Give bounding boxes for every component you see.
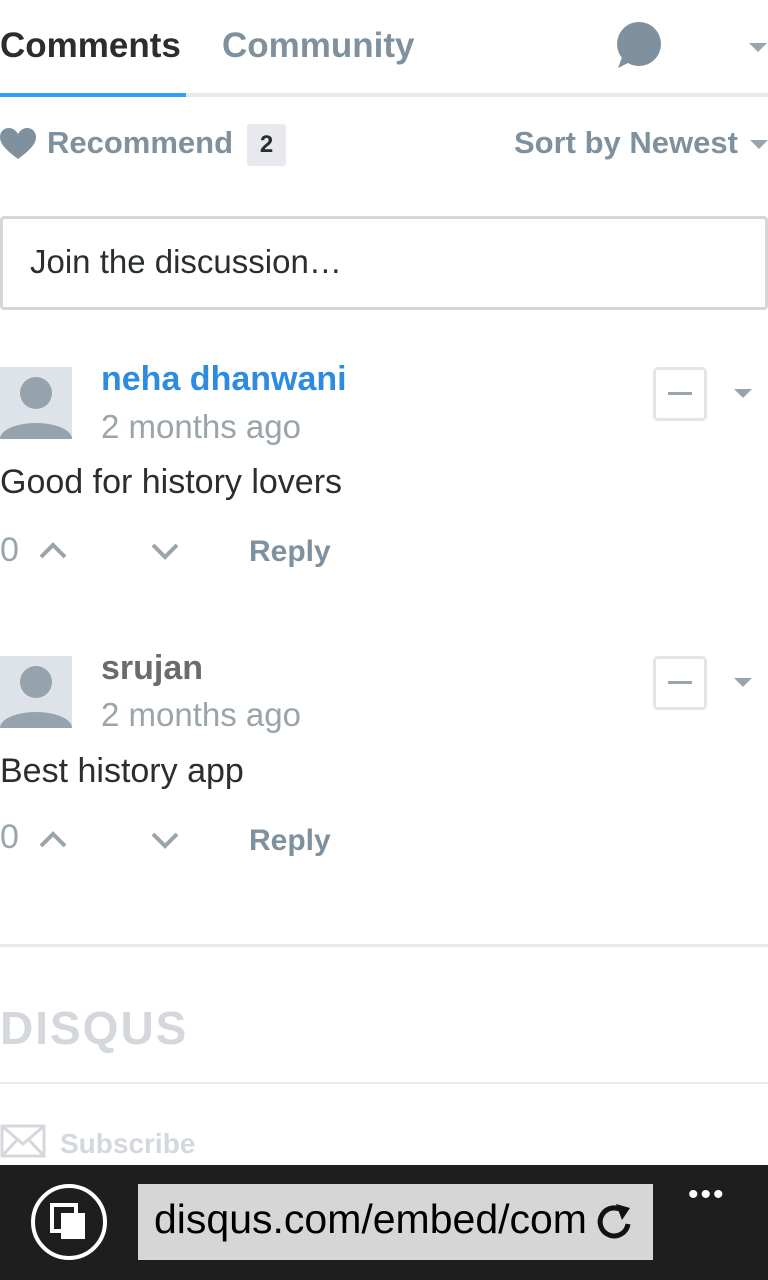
user-avatar-icon [0,666,72,728]
downvote-icon[interactable] [149,830,181,850]
comment-body: Good for history lovers [0,463,343,501]
upvote-icon[interactable] [37,541,69,561]
recommend-button[interactable]: Recommend [47,125,233,161]
browser-address-bar[interactable]: disqus.com/embed/com [138,1184,653,1260]
footer-divider [0,944,768,947]
avatar[interactable] [0,367,72,439]
comment-author-link[interactable]: neha dhanwani [101,360,347,399]
avatar[interactable] [0,656,72,728]
browser-address-text: disqus.com/embed/com [154,1196,587,1242]
user-avatar-icon [0,377,72,439]
refresh-icon[interactable] [594,1200,634,1242]
collapse-comment-button[interactable] [653,367,707,421]
vote-count: 0 [0,531,19,569]
collapse-comment-button[interactable] [653,656,707,710]
comment-author-link[interactable]: srujan [101,649,203,688]
browser-tabs-icon[interactable] [30,1183,108,1261]
comment-timestamp[interactable]: 2 months ago [101,696,301,734]
downvote-icon[interactable] [149,541,181,561]
heart-icon[interactable] [0,128,36,160]
comment-menu-chevron-down-icon[interactable] [734,389,752,398]
upvote-icon[interactable] [37,830,69,850]
comment-body: Best history app [0,752,244,790]
recommend-count-badge: 2 [247,124,286,166]
subscribe-link[interactable]: Subscribe [60,1128,195,1160]
comment-menu-chevron-down-icon[interactable] [734,678,752,687]
vote-count: 0 [0,818,19,856]
sort-dropdown[interactable]: Sort by Newest [514,125,738,161]
join-discussion-input[interactable]: Join the discussion… [0,216,768,310]
join-discussion-placeholder: Join the discussion… [30,243,342,280]
tab-community[interactable]: Community [222,26,415,66]
tab-comments[interactable]: Comments [0,26,181,66]
active-tab-indicator [0,93,186,97]
disqus-logo[interactable]: DISQUS [0,1001,188,1055]
sort-chevron-down-icon[interactable] [750,140,768,149]
mail-icon[interactable] [0,1124,46,1158]
user-menu-chevron-down-icon[interactable] [749,43,767,52]
reply-link[interactable]: Reply [249,824,331,858]
browser-more-menu-icon[interactable]: ••• [688,1178,726,1212]
footer-divider [0,1082,768,1084]
reply-link[interactable]: Reply [249,535,331,569]
comment-timestamp[interactable]: 2 months ago [101,408,301,446]
notification-bubble-icon[interactable] [614,22,662,70]
